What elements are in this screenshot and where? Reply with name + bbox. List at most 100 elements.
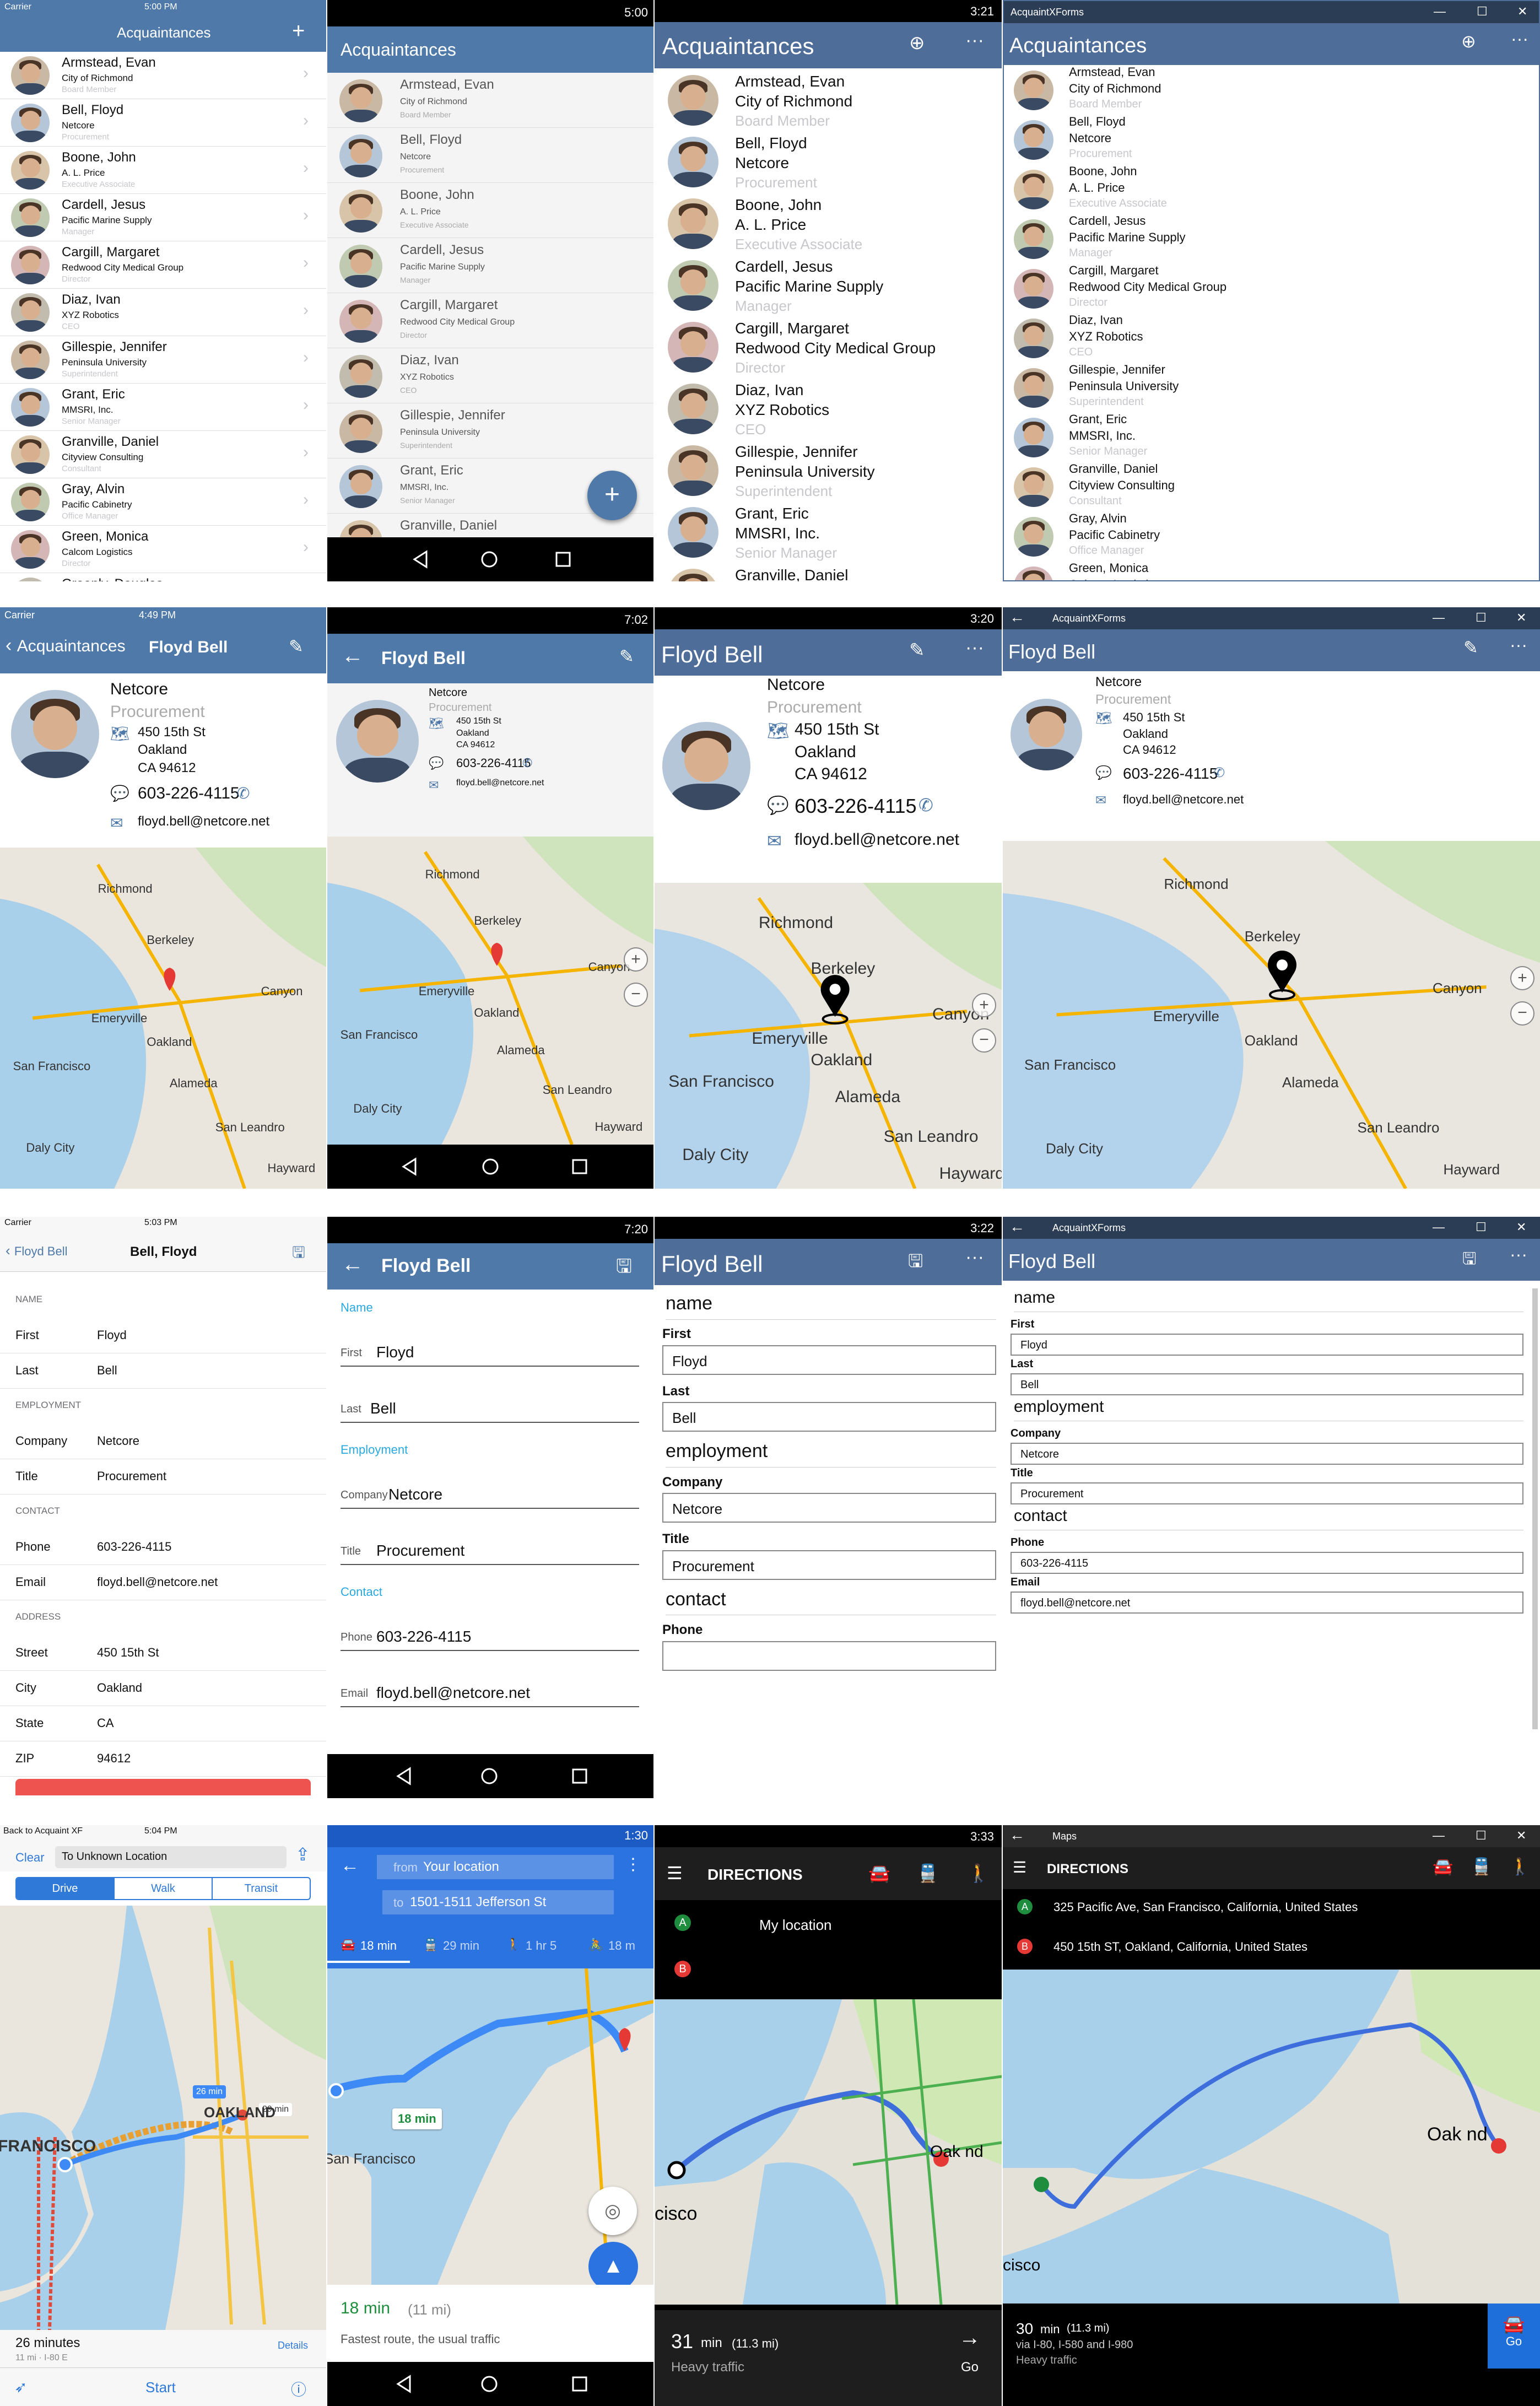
- phone-icon[interactable]: ✆: [1214, 765, 1225, 781]
- list-item[interactable]: Boone, John A. L. Price Executive Associat…: [0, 147, 326, 194]
- field-value[interactable]: Floyd: [97, 1328, 127, 1342]
- list-item[interactable]: Diaz, Ivan XYZ Robotics CEO: [327, 348, 653, 403]
- map-view[interactable]: Richmond Berkeley Emeryville Oakland Alameda…: [0, 848, 326, 1189]
- list-item[interactable]: Gillespie, Jennifer Peninsula University S…: [327, 403, 653, 458]
- back-icon[interactable]: [396, 1767, 411, 1785]
- back-arrow-icon[interactable]: ←: [342, 1252, 364, 1277]
- from-field[interactable]: from Your location: [377, 1855, 614, 1879]
- field-input[interactable]: Netcore: [1011, 1443, 1523, 1465]
- list-item[interactable]: Grant, Eric MMSRI, Inc. Senior Manager: [1004, 412, 1539, 462]
- home-icon[interactable]: [481, 2376, 498, 2392]
- minimize-icon[interactable]: —: [1433, 1220, 1445, 1234]
- field-input[interactable]: [662, 1641, 996, 1671]
- maximize-icon[interactable]: ☐: [1476, 611, 1487, 625]
- zoom-out-button[interactable]: −: [624, 983, 648, 1007]
- form-row[interactable]: Company Netcore: [0, 1424, 326, 1459]
- map-view[interactable]: 26 min 29 min FRANCISCO OAKLAND: [0, 1906, 326, 2330]
- list-item[interactable]: Diaz, Ivan XYZ Robotics CEO: [1004, 313, 1539, 363]
- save-icon[interactable]: 🖫: [1462, 1247, 1477, 1275]
- field-value[interactable]: 603-226-4115: [97, 1540, 171, 1554]
- more-icon[interactable]: ···: [965, 30, 984, 51]
- recents-icon[interactable]: [572, 2376, 587, 2392]
- detail-phone[interactable]: 603-226-4115: [795, 795, 917, 818]
- walk-icon[interactable]: 🚶: [1510, 1857, 1530, 1876]
- go-button[interactable]: 🚘 Go: [1488, 2303, 1540, 2369]
- add-fab-button[interactable]: +: [587, 471, 637, 520]
- route-bubble[interactable]: 18 min: [392, 2108, 442, 2129]
- field-input[interactable]: Floyd: [376, 1344, 414, 1361]
- detail-email[interactable]: floyd.bell@netcore.net: [1123, 792, 1244, 807]
- recents-icon[interactable]: [572, 1768, 587, 1784]
- list-item[interactable]: Boone, John A. L. Price Executive Associat…: [1004, 164, 1539, 214]
- field-input[interactable]: 603-226-4115: [1011, 1552, 1523, 1574]
- list-item[interactable]: Cargill, Margaret Redwood City Medical Gr…: [327, 293, 653, 348]
- more-icon[interactable]: ···: [965, 1247, 984, 1268]
- mode-tab[interactable]: 🚘 18 min: [327, 1930, 410, 1963]
- list-item[interactable]: Cardell, Jesus Pacific Marine Supply Manag…: [655, 253, 1002, 315]
- list-item[interactable]: Gillespie, Jennifer Peninsula University S…: [1004, 363, 1539, 412]
- detail-phone[interactable]: 603-226-4115: [456, 756, 531, 770]
- field-value[interactable]: Bell: [97, 1363, 117, 1378]
- map-view[interactable]: Richmond Berkeley Emeryville Oakland Alameda…: [1003, 841, 1540, 1189]
- list-item[interactable]: Greenly, Douglas›: [0, 573, 326, 581]
- delete-button[interactable]: [15, 1779, 311, 1795]
- list-item[interactable]: Cargill, Margaret Redwood City Medical Gr…: [1004, 263, 1539, 313]
- back-icon[interactable]: [402, 1157, 417, 1176]
- back-to-app-button[interactable]: Back to Acquaint XF: [3, 1826, 83, 1836]
- phone-icon[interactable]: ✆: [918, 795, 933, 816]
- map-view[interactable]: Richmond Berkeley Emeryville Oakland Alameda…: [327, 837, 653, 1145]
- list-item[interactable]: Gillespie, Jennifer Peninsula University S…: [0, 336, 326, 384]
- map-view[interactable]: cisco Oak nd: [1003, 1970, 1540, 2303]
- list-item[interactable]: Armstead, Evan City of Richmond Board Memb…: [1004, 65, 1539, 115]
- list-item[interactable]: Grant, Eric MMSRI, Inc. Senior Manager: [655, 500, 1002, 562]
- form-row[interactable]: Phone 603-226-4115: [0, 1530, 326, 1565]
- mode-walk-tab[interactable]: Walk: [114, 1878, 212, 1899]
- detail-email[interactable]: floyd.bell@netcore.net: [795, 830, 959, 849]
- list-item[interactable]: Granville, Daniel Cityview Consulting Cons…: [0, 431, 326, 478]
- location-arrow-icon[interactable]: ➶: [14, 2378, 27, 2396]
- hamburger-icon[interactable]: ☰: [667, 1863, 683, 1884]
- car-icon[interactable]: 🚘: [1433, 1857, 1453, 1876]
- field-value[interactable]: CA: [97, 1716, 114, 1730]
- form-row[interactable]: Email floyd.bell@netcore.net: [0, 1565, 326, 1600]
- car-icon[interactable]: 🚘: [868, 1863, 890, 1884]
- info-icon[interactable]: ⓘ: [291, 2378, 306, 2400]
- mode-tab[interactable]: 🚴 18 m: [575, 1930, 653, 1963]
- edit-icon[interactable]: ✎: [619, 646, 634, 667]
- save-icon[interactable]: 🖫: [292, 1241, 305, 1267]
- more-icon[interactable]: ···: [1510, 1244, 1527, 1265]
- destination-field[interactable]: To Unknown Location: [55, 1846, 287, 1868]
- field-value[interactable]: 450 15th St: [97, 1646, 159, 1660]
- detail-email[interactable]: floyd.bell@netcore.net: [138, 814, 269, 829]
- field-value[interactable]: Oakland: [97, 1681, 142, 1695]
- list-item[interactable]: Green, Monica Calcom Logistics Director ›: [0, 526, 326, 573]
- back-button[interactable]: ‹ Acquaintances: [6, 635, 126, 656]
- map-view[interactable]: cisco Oak nd: [655, 1999, 1002, 2305]
- minimize-icon[interactable]: —: [1434, 4, 1446, 19]
- list-item[interactable]: Bell, Floyd Netcore Procurement: [1004, 115, 1539, 164]
- list-item[interactable]: Cardell, Jesus Pacific Marine Supply Manag…: [327, 238, 653, 293]
- scrollbar[interactable]: [1532, 1288, 1538, 1729]
- detail-phone[interactable]: 603-226-4115: [138, 784, 240, 803]
- list-item[interactable]: Gillespie, Jennifer Peninsula University S…: [655, 439, 1002, 500]
- list-item[interactable]: Granville, Daniel Cityview Consulting Cons…: [1004, 462, 1539, 511]
- field-input[interactable]: floyd.bell@netcore.net: [1011, 1592, 1523, 1614]
- form-row[interactable]: ZIP 94612: [0, 1741, 326, 1777]
- back-arrow-icon[interactable]: ←: [1009, 1826, 1025, 1844]
- detail-phone[interactable]: 603-226-4115: [1123, 765, 1218, 783]
- walk-icon[interactable]: 🚶: [968, 1863, 990, 1884]
- back-icon[interactable]: [396, 2375, 411, 2393]
- field-input[interactable]: Procurement: [662, 1550, 996, 1580]
- field-value[interactable]: Netcore: [97, 1434, 139, 1448]
- list-item[interactable]: Cargill, Margaret Redwood City Medical Gr…: [0, 241, 326, 289]
- maximize-icon[interactable]: ☐: [1476, 1220, 1487, 1234]
- share-icon[interactable]: ⇪: [295, 1844, 310, 1865]
- close-icon[interactable]: ✕: [1516, 1220, 1526, 1234]
- list-item[interactable]: Gray, Alvin Pacific Cabinetry Office Manag…: [0, 478, 326, 526]
- list-item[interactable]: Diaz, Ivan XYZ Robotics CEO: [655, 377, 1002, 439]
- edit-icon[interactable]: ✎: [289, 636, 304, 657]
- back-arrow-icon[interactable]: ←: [1009, 608, 1025, 626]
- field-value[interactable]: floyd.bell@netcore.net: [97, 1575, 218, 1589]
- more-vert-icon[interactable]: ⋮: [625, 1855, 641, 1874]
- field-input[interactable]: Netcore: [388, 1486, 442, 1503]
